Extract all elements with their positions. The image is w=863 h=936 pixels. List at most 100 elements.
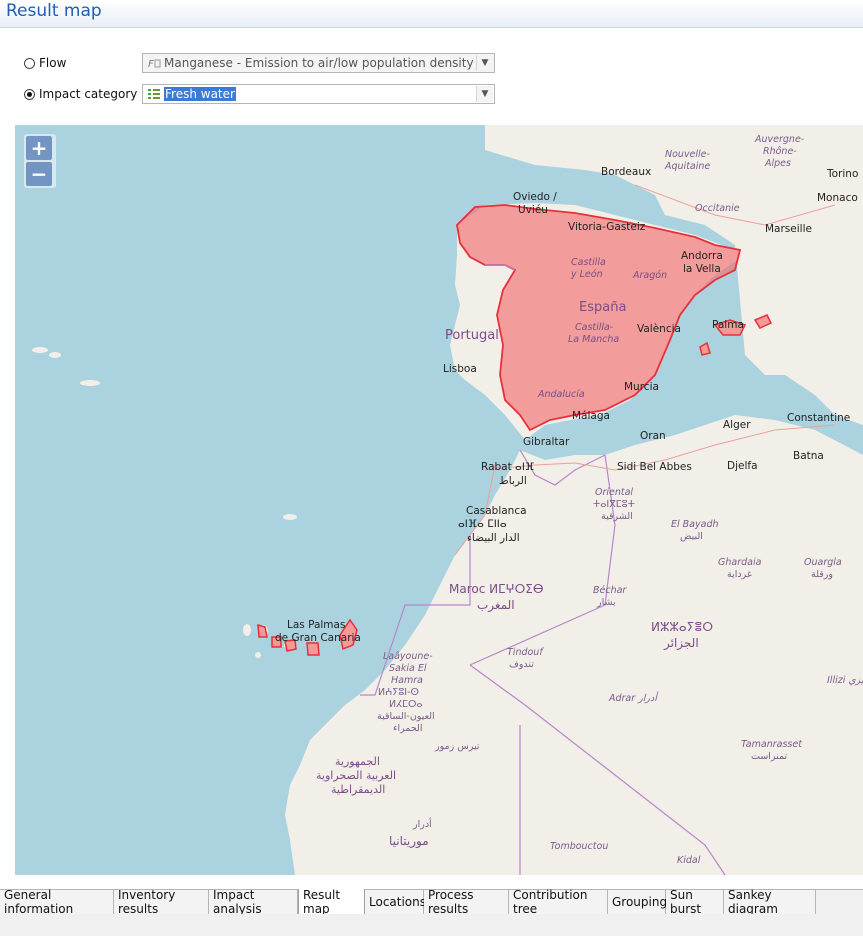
map-label: ⵍⵃⵎⵔⴰ — [389, 699, 423, 710]
tab-impact-analysis[interactable]: Impact analysis — [209, 888, 298, 916]
map-label: Ouargla — [804, 557, 842, 568]
map-label: Marseille — [765, 223, 812, 235]
map-label: Oviedo / — [513, 191, 557, 203]
page-title: Result map — [6, 1, 102, 21]
map-label: Béchar — [593, 585, 627, 596]
map-label: Adrar أدرار — [608, 691, 659, 704]
map-label: Vitoria-Gasteiz — [568, 221, 646, 233]
map-label: Gibraltar — [523, 436, 570, 448]
flow-combo[interactable]: F Manganese - Emission to air/low popula… — [142, 53, 495, 73]
map-label: الجمهورية — [335, 755, 380, 768]
map-label: Constantine — [787, 412, 850, 424]
canary-island — [243, 624, 251, 636]
map-label: الديمقراطية — [331, 783, 385, 796]
map-label: Sakia El — [389, 663, 427, 674]
map-label: الرباط — [499, 475, 527, 487]
map-label: Batna — [793, 450, 824, 462]
map-label: Illizi إيليزي — [827, 675, 863, 686]
tab-general-information[interactable]: General information — [0, 888, 114, 916]
impact-category-radio[interactable] — [24, 88, 35, 100]
map-label: Bordeaux — [601, 166, 651, 178]
canary-island — [255, 652, 261, 658]
map-label: المغرب — [477, 598, 515, 613]
map-label: Andalucía — [537, 389, 585, 400]
map-label: Tombouctou — [550, 841, 608, 852]
tab-result-map[interactable]: Result map — [298, 888, 365, 916]
map-label: ورقلة — [811, 569, 833, 580]
madeira-island — [283, 514, 297, 520]
map-label: y León — [570, 269, 603, 280]
map-label: Málaga — [572, 410, 610, 422]
map-label: ⴰⵏⴼⴰ ⵎⵏⵏⴰ — [458, 518, 507, 530]
tab-grouping[interactable]: Grouping — [608, 890, 667, 914]
tab-contribution-tree[interactable]: Contribution tree — [509, 888, 608, 916]
tab-locations[interactable]: Locations — [365, 890, 426, 914]
tab-process-results[interactable]: Process results — [424, 888, 509, 916]
map-label: Oran — [640, 430, 666, 442]
zoom-out-button[interactable]: − — [26, 162, 52, 186]
map-label: España — [579, 300, 626, 315]
map-label: Nouvelle- — [665, 149, 711, 160]
flow-icon: F — [147, 56, 161, 70]
map-label: تمنراست — [751, 751, 788, 762]
azores-island — [32, 347, 48, 353]
tab-sun-burst[interactable]: Sun burst — [666, 888, 724, 916]
editor-header: Result map — [0, 0, 863, 28]
map-label: Tindouf — [507, 647, 544, 658]
map-label: بشار — [596, 597, 616, 608]
map-label: الشرقية — [601, 511, 633, 522]
tab-sankey-diagram[interactable]: Sankey diagram — [724, 888, 816, 916]
map-label: ⵜⴰⵏⴳⵎⵓⵜ — [593, 499, 635, 510]
map-label: la Vella — [683, 263, 721, 275]
map-label: Occitanie — [695, 203, 740, 214]
map-label: Hamra — [391, 675, 423, 686]
map-label: أدرار — [412, 817, 432, 830]
map-label: Kidal — [677, 855, 701, 866]
map-label: العربية الصحراوية — [316, 769, 396, 782]
chevron-down-icon[interactable]: ▼ — [476, 86, 493, 102]
map-label: Palma — [712, 319, 744, 331]
map-label: Castilla- — [575, 322, 614, 333]
azores-island — [80, 380, 100, 386]
map-label: Casablanca — [466, 505, 527, 517]
svg-text:F: F — [148, 59, 154, 69]
map-label: La Mancha — [568, 334, 619, 345]
map-label: Rhône- — [763, 146, 797, 157]
map-label: البيض — [680, 531, 703, 542]
map-label: de Gran Canaria — [275, 632, 361, 644]
impact-category-radio-label: Impact category — [39, 87, 138, 101]
impact-category-icon — [147, 87, 161, 101]
africa-land — [285, 415, 863, 875]
map-label: Maroc ⵍⵎⵖⵔⵉⴱ — [449, 582, 543, 596]
map-label: Lisboa — [443, 363, 477, 375]
map-label: Las Palmas — [287, 619, 345, 631]
impact-category-combo[interactable]: Fresh water ▼ — [142, 84, 495, 104]
flow-combo-value: Manganese - Emission to air/low populati… — [164, 56, 474, 70]
map-label: Aquitaine — [664, 161, 710, 172]
map-label: Laâyoune- — [383, 651, 433, 662]
map-label: Rabat ⴰⵏⴼ — [481, 461, 534, 473]
map-canvas: Bordeaux Nouvelle- Aquitaine Auvergne- R… — [32, 125, 863, 875]
zoom-in-button[interactable]: + — [26, 136, 52, 160]
flow-option[interactable]: Flow — [24, 53, 66, 73]
impact-category-option[interactable]: Impact category — [24, 84, 137, 104]
map-label: ⵍⵄⵢⵓⵏ-ⵙ — [378, 687, 419, 698]
map-label: Uviéu — [518, 204, 548, 216]
chevron-down-icon[interactable]: ▼ — [476, 55, 493, 71]
tab-inventory-results[interactable]: Inventory results — [114, 888, 209, 916]
map-label: تندوف — [509, 659, 534, 670]
map-label: العيون-الساقية — [377, 711, 435, 722]
flow-radio[interactable] — [24, 57, 35, 69]
map-label: Andorra — [681, 250, 723, 262]
map-label: El Bayadh — [671, 519, 719, 530]
map-label: Portugal — [445, 328, 499, 343]
map-label: الدار البيضاء — [467, 532, 520, 544]
map-label: Murcia — [624, 381, 659, 393]
map-label: ⵍⵣⵣⴰⵢⴻⵔ — [651, 620, 713, 634]
map-label: Monaco — [817, 192, 858, 204]
map-label: Torino — [826, 168, 858, 180]
impact-category-value: Fresh water — [164, 87, 236, 101]
map-label: Aragón — [632, 270, 667, 281]
map-label: Alger — [723, 419, 751, 431]
result-map[interactable]: Bordeaux Nouvelle- Aquitaine Auvergne- R… — [15, 125, 863, 875]
